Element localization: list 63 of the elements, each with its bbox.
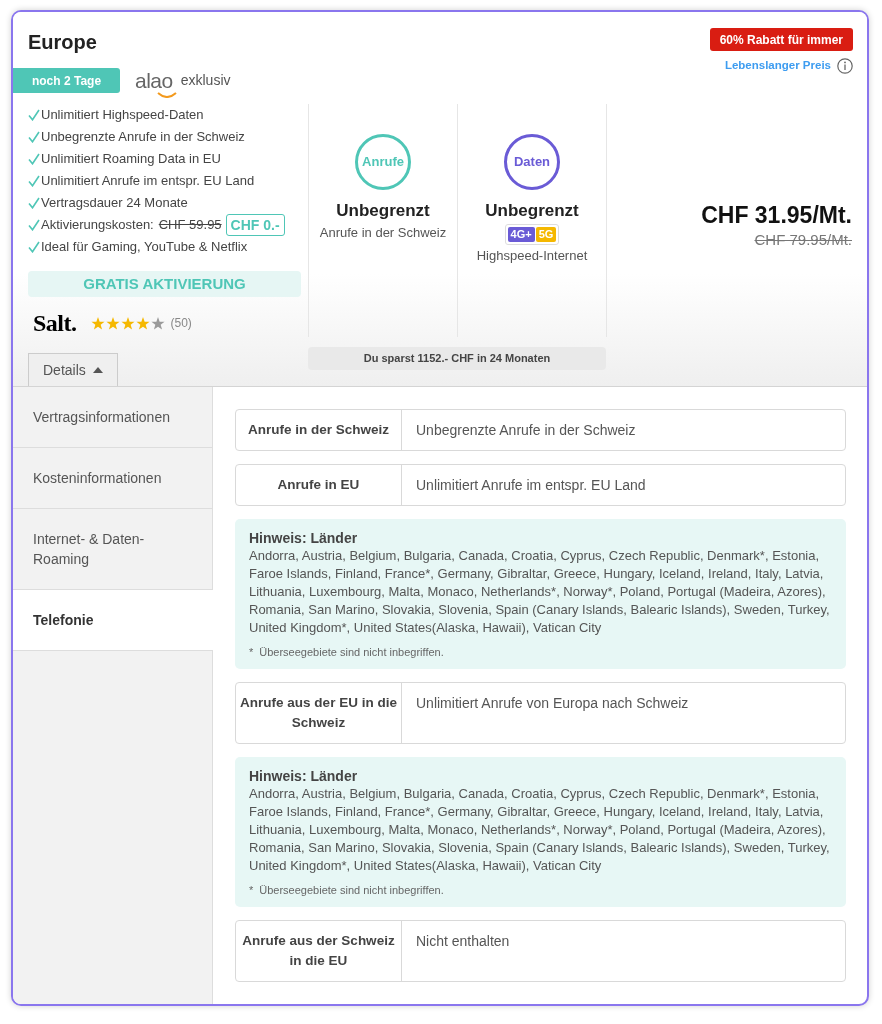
highlight-value: Unbegrenzt (485, 200, 579, 222)
review-count: (50) (170, 315, 192, 332)
check-icon (28, 131, 40, 143)
check-icon (28, 109, 40, 121)
feature-text: Unlimitiert Anrufe im entspr. EU Land (41, 172, 255, 191)
check-icon (28, 197, 40, 209)
caret-icon (92, 367, 103, 373)
check-icon (28, 219, 40, 231)
highlight-value: Unbegrenzt (336, 200, 430, 222)
star-icon (120, 316, 135, 330)
info-icon[interactable] (837, 57, 853, 74)
row-value: Unbegrenzte Anrufe in der Schweiz (415, 421, 637, 440)
details-toggle[interactable]: Details (28, 353, 118, 386)
footnote-mark: * (249, 645, 254, 659)
country-list: Andorra, Austria, Belgium, Bulgaria, Canada, Croatia, Cyprus, Czech Republic, Denmark*, Estonia, Faroe Islands, Finland, France*, Germany, Gibraltar, Greece, Hungary, Iceland, Ireland, Italy, Latvia, Lithuania, Luxembourg, Malta, Monaco, Netherlands*, Norway*, Poland, Portugal (Madeira, Azores), Romania, San Marino, Slovakia, Slovenia, Spain (Canary Islands, Balearic Islands), Sweden, Turkey, United Kingdom*, United States(Alaska, Hawaii), Vatican City (249, 547, 832, 637)
feature-text: Aktivierungskosten: (41, 216, 154, 235)
row-value: Nicht enthalten (415, 932, 511, 951)
sidebar-tab[interactable]: Telefonie (13, 590, 213, 651)
feature-text: Vertragsdauer 24 Monate (41, 194, 188, 213)
feature-text: Ideal für Gaming, YouTube & Netflix (41, 238, 248, 257)
row-label: Anrufe aus der EU in die Schweiz (236, 683, 402, 743)
current-price: CHF 31.95/Mt. (701, 201, 852, 229)
row-value: Unlimitiert Anrufe im entspr. EU Land (415, 476, 647, 495)
feature-text: Unbegrenzte Anrufe in der Schweiz (41, 128, 245, 147)
network-tag: 5G (535, 227, 557, 242)
star-icon (135, 316, 150, 330)
old-price: CHF 59.95 (158, 216, 222, 235)
partner-label: exklusiv (180, 71, 231, 90)
promo-banner: GRATIS AKTIVIERUNG (28, 271, 301, 297)
category-ring: Anrufe (355, 134, 411, 190)
network-tag: 4G+ (507, 227, 535, 242)
footnote-mark: * (249, 883, 254, 897)
highlight-caption: Highspeed-Internet (476, 247, 588, 265)
highlight-caption: Anrufe in der Schweiz (319, 224, 447, 242)
star-icon (90, 316, 105, 330)
category-ring: Daten (504, 134, 560, 190)
row-value: Unlimitiert Anrufe von Europa nach Schweiz (415, 694, 690, 713)
discount-badge: 60% Rabatt für immer (709, 28, 853, 51)
footnote-text: Überseegebiete sind nicht inbegriffen. (259, 883, 444, 897)
star-icon (105, 316, 120, 330)
row-label: Anrufe in EU (236, 465, 402, 505)
previous-price: CHF 79.95/Mt. (754, 230, 852, 250)
provider-logo: Salt. (32, 309, 77, 338)
partner-logo: alao (135, 70, 173, 91)
footnote-text: Überseegebiete sind nicht inbegriffen. (259, 645, 444, 659)
sidebar-tab[interactable]: Vertragsinformationen (13, 387, 212, 448)
savings-banner: Du sparst 1152.- CHF in 24 Monaten (308, 347, 606, 370)
feature-text: Unlimitiert Highspeed-Daten (41, 106, 204, 125)
row-label: Anrufe in der Schweiz (236, 410, 402, 450)
countdown-badge: noch 2 Tage (13, 68, 120, 93)
check-icon (28, 175, 40, 187)
feature-text: Unlimitiert Roaming Data in EU (41, 150, 221, 169)
plan-title: Europe (27, 30, 98, 55)
note-title: Hinweis: Länder (249, 767, 359, 785)
star-icon (150, 316, 165, 330)
country-list: Andorra, Austria, Belgium, Bulgaria, Canada, Croatia, Cyprus, Czech Republic, Denmark*, Estonia, Faroe Islands, Finland, France*, Germany, Gibraltar, Greece, Hungary, Iceland, Ireland, Italy, Latvia, Lithuania, Luxembourg, Malta, Monaco, Netherlands*, Norway*, Poland, Portugal (Madeira, Azores), Romania, San Marino, Slovakia, Slovenia, Spain (Canary Islands, Balearic Islands), Sweden, Turkey, United Kingdom*, United States(Alaska, Hawaii), Vatican City (249, 785, 832, 875)
check-icon (28, 241, 40, 253)
new-price: CHF 0.- (225, 214, 285, 236)
sidebar-tab[interactable]: Kosteninformationen (13, 448, 212, 509)
note-title: Hinweis: Länder (249, 529, 359, 547)
smile-icon (157, 91, 177, 98)
check-icon (28, 153, 40, 165)
row-label: Anrufe aus der Schweiz in die EU (236, 921, 402, 981)
